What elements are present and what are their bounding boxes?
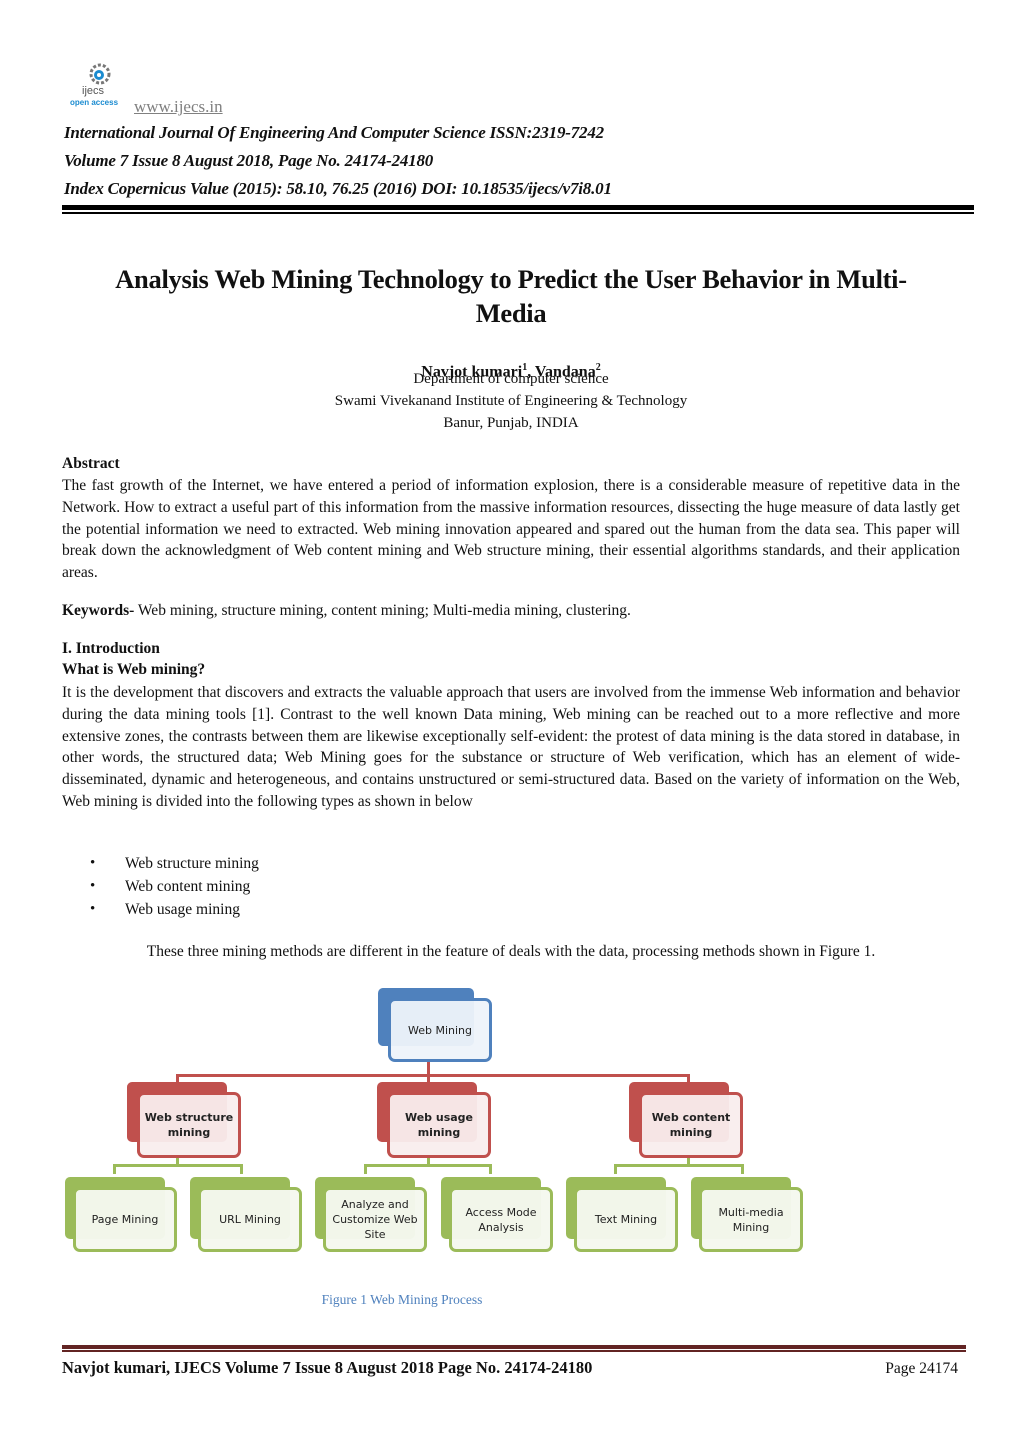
footer-divider bbox=[62, 1345, 966, 1349]
diagram-node-text-mining: Text Mining bbox=[566, 1177, 678, 1252]
diagram-node-url-mining: URL Mining bbox=[190, 1177, 302, 1252]
connector bbox=[364, 1164, 367, 1174]
node-label: Access Mode Analysis bbox=[449, 1187, 553, 1252]
footer-divider-thin bbox=[62, 1350, 966, 1352]
node-shadow bbox=[629, 1082, 729, 1142]
ijecs-gear-icon bbox=[89, 63, 111, 85]
connector bbox=[113, 1164, 243, 1167]
node-shadow bbox=[691, 1177, 791, 1239]
diagram-node-web-content-mining: Web content mining bbox=[629, 1082, 743, 1158]
node-label: Multi-media Mining bbox=[699, 1187, 803, 1252]
diagram-node-analyze-customize: Analyze and Customize Web Site bbox=[315, 1177, 427, 1252]
list-item: Web content mining bbox=[90, 875, 259, 898]
node-shadow bbox=[190, 1177, 290, 1239]
node-shadow bbox=[377, 1082, 477, 1142]
list-item: Web structure mining bbox=[90, 852, 259, 875]
logo-tagline: open access bbox=[70, 98, 119, 107]
site-url-link[interactable]: www.ijecs.in bbox=[134, 97, 223, 117]
node-label: Web structure mining bbox=[137, 1092, 241, 1158]
paper-title-line-1: Analysis Web Mining Technology to Predic… bbox=[115, 264, 907, 294]
connector bbox=[113, 1164, 116, 1174]
page-number: Page 24174 bbox=[885, 1360, 958, 1377]
diagram-node-access-mode-analysis: Access Mode Analysis bbox=[441, 1177, 553, 1252]
node-label: URL Mining bbox=[198, 1187, 302, 1252]
node-shadow bbox=[378, 988, 474, 1046]
connector bbox=[741, 1164, 744, 1174]
connector bbox=[614, 1164, 617, 1174]
connector bbox=[687, 1074, 690, 1084]
introduction-subheading: What is Web mining? bbox=[62, 661, 206, 678]
abstract-text: The fast growth of the Internet, we have… bbox=[62, 477, 960, 582]
figure-reference-text: These three mining methods are different… bbox=[146, 943, 876, 960]
connector bbox=[176, 1158, 179, 1166]
volume-line: Volume 7 Issue 8 August 2018, Page No. 2… bbox=[64, 151, 434, 170]
journal-title: International Journal Of Engineering And… bbox=[64, 123, 604, 142]
connector bbox=[614, 1164, 744, 1167]
affiliation-department: Department of computer science bbox=[413, 371, 609, 387]
list-item: Web usage mining bbox=[90, 898, 259, 921]
node-label: Web content mining bbox=[639, 1092, 743, 1158]
abstract-heading: Abstract bbox=[62, 455, 120, 472]
connector bbox=[240, 1164, 243, 1174]
paper-title-line-2: Media bbox=[475, 298, 547, 328]
footer-citation: Navjot kumari, IJECS Volume 7 Issue 8 Au… bbox=[62, 1358, 593, 1377]
node-shadow bbox=[566, 1177, 666, 1239]
diagram-node-root: Web Mining bbox=[378, 988, 492, 1062]
node-shadow bbox=[65, 1177, 165, 1239]
introduction-heading: I. Introduction bbox=[62, 640, 160, 657]
figure-caption: Figure 1 Web Mining Process bbox=[321, 1292, 483, 1307]
node-shadow bbox=[127, 1082, 227, 1142]
paper-title: Analysis Web Mining Technology to Predic… bbox=[62, 262, 960, 330]
header-divider-thin bbox=[62, 212, 974, 214]
index-line: Index Copernicus Value (2015): 58.10, 76… bbox=[64, 179, 612, 198]
affiliation-institute: Swami Vivekanand Institute of Engineerin… bbox=[334, 393, 688, 409]
node-shadow bbox=[315, 1177, 415, 1239]
node-label: Text Mining bbox=[574, 1187, 678, 1252]
diagram-node-web-usage-mining: Web usage mining bbox=[377, 1082, 491, 1158]
affiliation-location: Banur, Punjab, INDIA bbox=[443, 415, 579, 431]
keywords-text: Web mining, structure mining, content mi… bbox=[134, 602, 631, 619]
introduction-paragraph: It is the development that discovers and… bbox=[62, 684, 960, 810]
keywords-label: Keywords- bbox=[62, 602, 135, 619]
connector bbox=[489, 1164, 492, 1174]
diagram-node-web-structure-mining: Web structure mining bbox=[127, 1082, 241, 1158]
connector bbox=[176, 1074, 179, 1084]
mining-types-list: Web structure mining Web content mining … bbox=[90, 852, 259, 921]
connector bbox=[687, 1158, 690, 1166]
keywords: Keywords- Web mining, structure mining, … bbox=[62, 600, 960, 622]
logo-name: ijecs bbox=[82, 85, 105, 97]
connector bbox=[427, 1074, 430, 1084]
journal-logo: ijecs open access bbox=[68, 62, 130, 112]
connector bbox=[176, 1074, 690, 1077]
connector bbox=[427, 1062, 430, 1077]
connector bbox=[364, 1164, 492, 1167]
header-divider bbox=[62, 205, 974, 210]
node-label: Analyze and Customize Web Site bbox=[323, 1187, 427, 1252]
node-label: Web Mining bbox=[388, 998, 492, 1062]
node-label: Page Mining bbox=[73, 1187, 177, 1252]
node-shadow bbox=[441, 1177, 541, 1239]
diagram-node-page-mining: Page Mining bbox=[65, 1177, 177, 1252]
diagram-node-multimedia-mining: Multi-media Mining bbox=[691, 1177, 803, 1252]
node-label: Web usage mining bbox=[387, 1092, 491, 1158]
connector bbox=[427, 1158, 430, 1166]
